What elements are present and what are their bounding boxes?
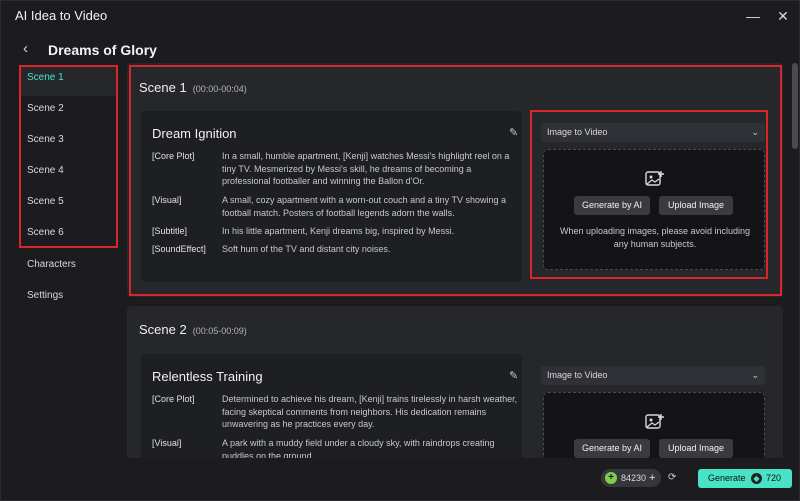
sidebar-item-scene-1[interactable]: Scene 1: [19, 65, 117, 96]
media-panel: Image to Video ⌄ Generate by AI Upload I…: [529, 111, 765, 282]
generate-by-ai-button[interactable]: Generate by AI: [574, 196, 650, 215]
row-tag: [SoundEffect]: [152, 244, 206, 254]
project-title: Dreams of Glory: [48, 42, 157, 58]
sidebar-item-scene-2[interactable]: Scene 2: [19, 96, 117, 127]
image-dropzone[interactable]: Generate by AI Upload Image: [543, 392, 765, 458]
upload-image-button[interactable]: Upload Image: [659, 439, 733, 458]
scene-sidebar: Scene 1 Scene 2 Scene 3 Scene 4 Scene 5 …: [19, 65, 117, 251]
credits-value: 84230: [621, 473, 647, 483]
media-panel: Image to Video ⌄ Generate by AI Upload I…: [529, 354, 765, 458]
scene-title: Dream Ignition: [152, 126, 237, 141]
add-image-icon: [645, 414, 664, 429]
generation-mode-select[interactable]: Image to Video ⌄: [541, 366, 765, 385]
row-text: In a small, humble apartment, [Kenji] wa…: [222, 151, 510, 186]
minimize-icon[interactable]: —: [743, 6, 763, 26]
credit-coin-icon: +: [605, 472, 617, 484]
row-text: In his little apartment, Kenji dreams bi…: [222, 226, 455, 236]
app-window: AI Idea to Video — ✕ ‹ Dreams of Glory S…: [0, 0, 800, 501]
scene-heading-label: Scene 2: [139, 322, 187, 337]
close-icon[interactable]: ✕: [773, 6, 793, 26]
row-text: A park with a muddy field under a cloudy…: [222, 438, 495, 458]
generation-mode-select[interactable]: Image to Video ⌄: [541, 123, 765, 142]
row-text: Determined to achieve his dream, [Kenji]…: [222, 394, 518, 429]
credits-badge[interactable]: + 84230 +: [601, 469, 661, 487]
generate-cost: 720: [766, 473, 782, 483]
scene-heading: Scene 2 (00:05-00:09): [139, 322, 247, 337]
generate-by-ai-button[interactable]: Generate by AI: [574, 439, 650, 458]
add-image-icon: [645, 171, 664, 186]
scene-list: Scene 1 (00:00-00:04) Dream Ignition ✎ [C…: [127, 63, 789, 458]
edit-icon[interactable]: ✎: [509, 369, 523, 383]
sidebar-item-characters[interactable]: Characters: [27, 259, 76, 270]
generate-label: Generate: [708, 473, 746, 483]
row-tag: [Visual]: [152, 438, 182, 448]
chevron-down-icon: ⌄: [751, 127, 759, 137]
scrollbar-thumb[interactable]: [792, 63, 798, 149]
scene-title: Relentless Training: [152, 369, 263, 384]
app-title: AI Idea to Video: [15, 8, 108, 23]
bottom-bar: + 84230 + ⟳ Generate ◆ 720: [1, 458, 800, 501]
add-credits-icon[interactable]: +: [649, 469, 655, 487]
row-tag: [Visual]: [152, 195, 182, 205]
sidebar-item-scene-6[interactable]: Scene 6: [19, 220, 117, 251]
sidebar-item-scene-3[interactable]: Scene 3: [19, 127, 117, 158]
image-dropzone[interactable]: Generate by AI Upload Image When uploadi…: [543, 149, 765, 270]
credit-coin-icon: ◆: [751, 473, 762, 484]
scene-heading-label: Scene 1: [139, 80, 187, 95]
scene-time: (00:00-00:04): [192, 84, 247, 94]
scene-heading: Scene 1 (00:00-00:04): [139, 80, 247, 95]
scene-time: (00:05-00:09): [192, 326, 247, 336]
title-bar: AI Idea to Video — ✕: [1, 1, 800, 31]
sidebar-item-scene-5[interactable]: Scene 5: [19, 189, 117, 220]
sidebar-item-settings[interactable]: Settings: [27, 290, 63, 301]
scene-card: Scene 1 (00:00-00:04) Dream Ignition ✎ [C…: [127, 63, 783, 297]
row-text: Soft hum of the TV and distant city nois…: [222, 244, 391, 254]
select-value: Image to Video: [547, 370, 608, 380]
select-value: Image to Video: [547, 127, 608, 137]
scene-detail-panel: Relentless Training ✎ [Core Plot] Determ…: [141, 354, 522, 458]
upload-image-button[interactable]: Upload Image: [659, 196, 733, 215]
chevron-down-icon: ⌄: [751, 370, 759, 380]
generate-button[interactable]: Generate ◆ 720: [698, 469, 792, 488]
sidebar-item-scene-4[interactable]: Scene 4: [19, 158, 117, 189]
upload-note: When uploading images, please avoid incl…: [559, 226, 751, 249]
row-tag: [Core Plot]: [152, 394, 195, 404]
back-arrow-icon[interactable]: ‹: [23, 39, 39, 59]
edit-icon[interactable]: ✎: [509, 126, 523, 140]
refresh-icon[interactable]: ⟳: [668, 472, 680, 484]
row-text: A small, cozy apartment with a worn-out …: [222, 195, 506, 218]
row-tag: [Core Plot]: [152, 151, 195, 161]
scene-card: Scene 2 (00:05-00:09) Relentless Training…: [127, 306, 783, 458]
scene-detail-panel: Dream Ignition ✎ [Core Plot] In a small,…: [141, 111, 522, 282]
row-tag: [Subtitle]: [152, 226, 188, 236]
